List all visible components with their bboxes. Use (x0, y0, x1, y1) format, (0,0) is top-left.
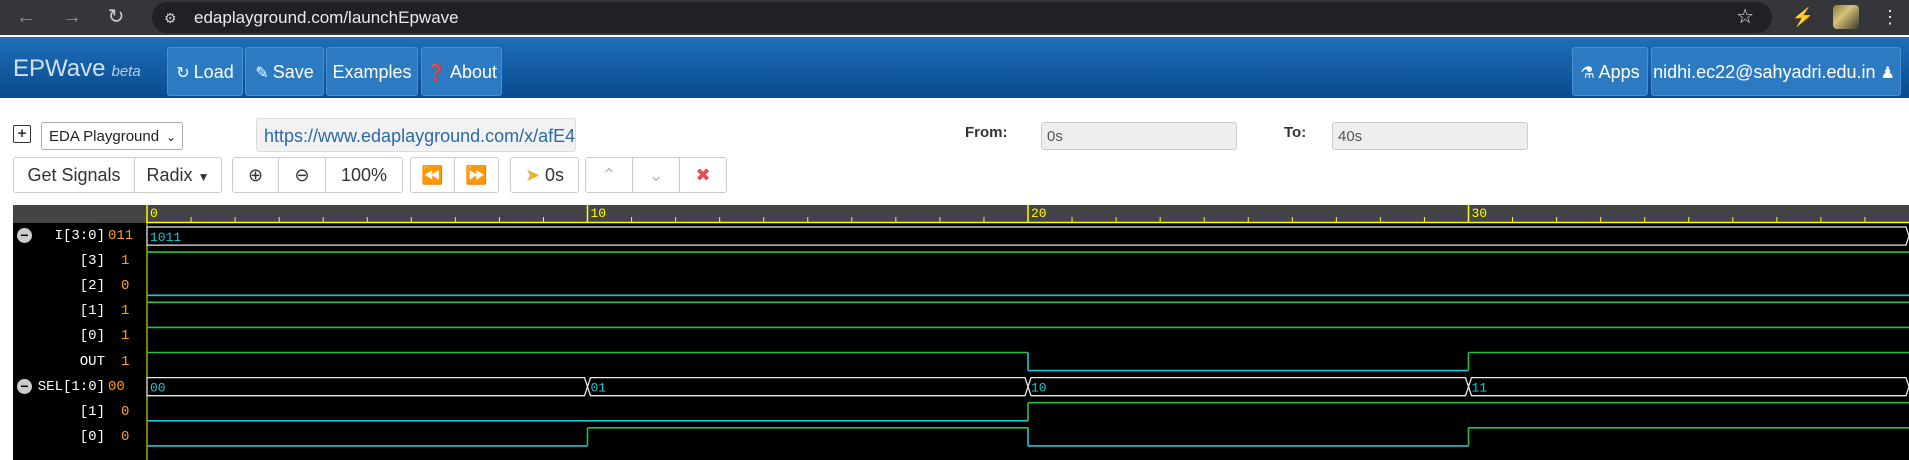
zoom-out-icon: ⊖ (294, 165, 310, 185)
source-select[interactable]: EDA Playground ⌄ (41, 122, 183, 150)
move-up-button[interactable]: ⌃ (585, 157, 633, 193)
bus-segment (146, 226, 1909, 246)
reload-icon: ↻ (176, 65, 190, 82)
browser-toolbar: ← → ↻ ⚙ edaplayground.com/launchEpwave ☆… (0, 0, 1909, 35)
waveform-viewer[interactable]: − I[3:0] 011 [3] 1 [2] 0 [1] 1 [0] 1 OUT 1− SEL[1:0] 0… (13, 205, 1909, 460)
reload-icon[interactable]: ↻ (104, 5, 128, 29)
brand-logo[interactable]: EPWave beta (13, 55, 141, 83)
save-label: Save (272, 62, 314, 82)
bus-value-label: 00 (150, 381, 166, 396)
share-url-field[interactable]: https://www.edaplayground.com/x/afE4 (256, 118, 576, 152)
brand-beta: beta (111, 63, 141, 80)
bus-segment (1027, 376, 1470, 397)
to-input[interactable]: 40s (1332, 122, 1528, 150)
ruler-tick-label: 0 (150, 206, 158, 221)
arrow-left-icon[interactable]: ← (14, 5, 38, 29)
bus-segment (586, 376, 1029, 397)
menu-kebab-icon[interactable]: ⋮ (1877, 4, 1903, 30)
apps-button[interactable]: ⚗ Apps (1572, 47, 1648, 96)
chevron-down-icon: ⌄ (165, 130, 176, 144)
user-icon: ♟ (1880, 65, 1895, 82)
zoom-in-icon: ⊕ (247, 165, 264, 185)
zoom-out-button[interactable]: ⊖ (278, 157, 326, 193)
remove-signal-button[interactable]: ✖ (679, 157, 727, 193)
pencil-icon: ✎ (255, 65, 269, 82)
forward-icon: ⏩ (465, 165, 488, 185)
flask-icon: ⚗ (1580, 65, 1595, 82)
to-label: To: (1284, 124, 1307, 141)
extension-icon[interactable]: ⚡ (1790, 4, 1816, 30)
bus-value-label: 1011 (150, 230, 181, 245)
radix-button[interactable]: Radix ▼ (134, 157, 222, 193)
user-email: nidhi.ec22@sahyadri.edu.in (1653, 62, 1876, 82)
waveform-canvas[interactable]: 0 10 20 30101100 01 10 11 (13, 205, 1909, 460)
from-input[interactable]: 0s (1041, 122, 1237, 150)
get-signals-button[interactable]: Get Signals (13, 157, 135, 193)
radix-label: Radix (146, 165, 193, 185)
bookmark-star-icon[interactable]: ☆ (1736, 2, 1754, 33)
close-icon: ✖ (695, 165, 711, 185)
brand-name: EPWave (13, 55, 106, 82)
zoom-level[interactable]: 100% (325, 157, 403, 193)
examples-label: Examples (332, 62, 412, 82)
source-select-value: EDA Playground (49, 128, 160, 145)
cursor-time: 0s (545, 165, 565, 185)
arrow-right-icon[interactable]: → (60, 5, 84, 29)
bus-segment (146, 376, 589, 397)
ruler-tick-label: 30 (1472, 206, 1488, 221)
expand-icon[interactable]: + (13, 125, 31, 143)
bus-segment (1467, 376, 1909, 397)
caret-down-icon: ▼ (197, 170, 210, 184)
jump-start-button[interactable]: ⏪ (410, 157, 455, 193)
examples-button[interactable]: Examples (326, 47, 418, 96)
location-arrow-icon: ➤ (524, 165, 541, 185)
cursor-time-button[interactable]: ➤ 0s (510, 157, 579, 193)
save-button[interactable]: ✎ Save (245, 47, 324, 96)
bus-value-label: 10 (1031, 381, 1047, 396)
user-menu-button[interactable]: nidhi.ec22@sahyadri.edu.in ♟ (1651, 47, 1901, 96)
bus-value-label: 01 (591, 381, 607, 396)
epwave-navbar: EPWave beta ↻ Load ✎ Save Examples ❓ About ⚗… (0, 37, 1909, 98)
chevron-down-icon: ⌄ (648, 165, 664, 185)
from-label: From: (965, 124, 1008, 141)
about-button[interactable]: ❓ About (421, 47, 502, 96)
load-label: Load (193, 62, 234, 82)
ruler-tick-label: 10 (591, 206, 607, 221)
zoom-in-button[interactable]: ⊕ (232, 157, 279, 193)
about-label: About (449, 62, 497, 82)
load-button[interactable]: ↻ Load (167, 47, 243, 96)
chevron-up-icon: ⌃ (601, 165, 617, 185)
address-bar[interactable]: ⚙ edaplayground.com/launchEpwave ☆ (152, 2, 1772, 33)
site-info-icon[interactable]: ⚙ (164, 9, 182, 27)
profile-avatar[interactable] (1833, 5, 1859, 29)
backward-icon: ⏪ (421, 165, 444, 185)
address-url[interactable]: edaplayground.com/launchEpwave (194, 2, 459, 33)
jump-end-button[interactable]: ⏩ (454, 157, 499, 193)
ruler-tick-label: 20 (1031, 206, 1047, 221)
apps-label: Apps (1598, 62, 1640, 82)
question-circle-icon: ❓ (426, 65, 446, 82)
bus-value-label: 11 (1472, 381, 1488, 396)
move-down-button[interactable]: ⌄ (632, 157, 680, 193)
